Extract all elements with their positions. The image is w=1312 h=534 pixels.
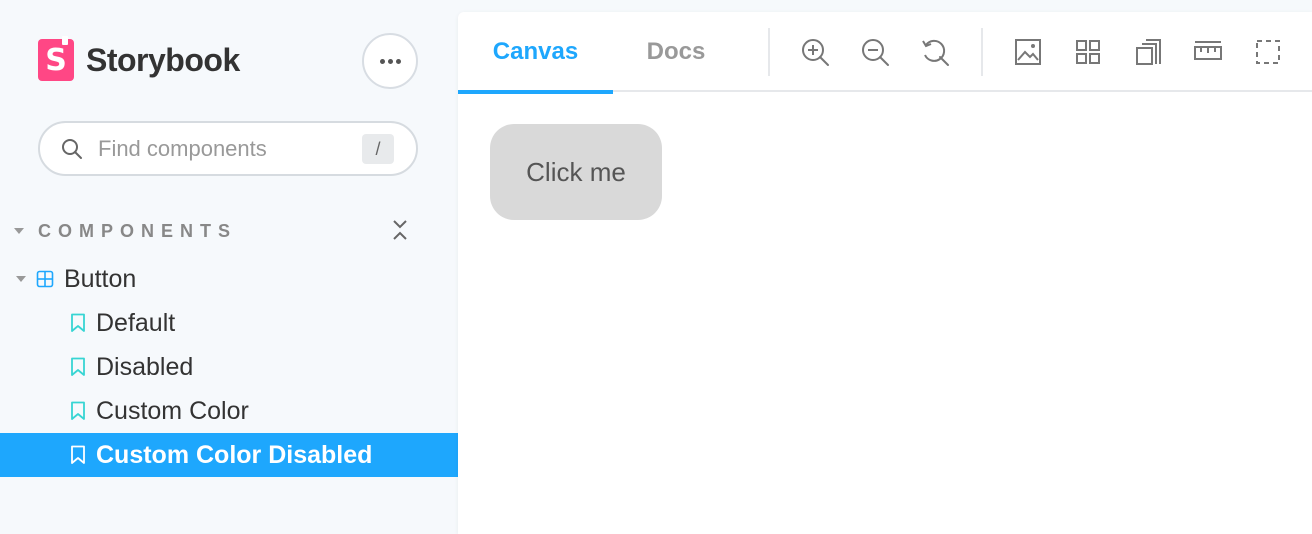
caret-down-icon bbox=[14, 228, 24, 234]
story-label: Custom Color Disabled bbox=[96, 440, 373, 469]
more-options-button[interactable] bbox=[362, 33, 418, 89]
tree-group-label: Button bbox=[64, 264, 137, 293]
tab-docs[interactable]: Docs bbox=[613, 12, 739, 92]
tree-group-button[interactable]: Button bbox=[0, 257, 458, 301]
search-box[interactable]: / bbox=[38, 121, 418, 176]
toolbar: Canvas Docs bbox=[458, 12, 1312, 94]
story-label: Custom Color bbox=[96, 396, 249, 425]
bookmark-icon bbox=[71, 357, 85, 376]
story-item-disabled[interactable]: Disabled bbox=[0, 345, 458, 389]
background-icon[interactable] bbox=[1012, 36, 1044, 68]
story-item-custom-color[interactable]: Custom Color bbox=[0, 389, 458, 433]
zoom-out-icon[interactable] bbox=[859, 36, 891, 68]
story-item-default[interactable]: Default bbox=[0, 301, 458, 345]
bookmark-icon bbox=[71, 313, 85, 332]
outline-icon[interactable] bbox=[1252, 36, 1284, 68]
section-title: COMPONENTS bbox=[38, 220, 238, 241]
ellipsis-icon bbox=[379, 58, 385, 64]
zoom-in-icon[interactable] bbox=[799, 36, 831, 68]
toolbar-divider bbox=[981, 28, 983, 76]
collapse-all-icon[interactable] bbox=[390, 218, 410, 242]
search-shortcut-key: / bbox=[362, 134, 394, 164]
sidebar: S Storybook / COMPONENTS Button bbox=[0, 0, 458, 534]
grid-icon[interactable] bbox=[1072, 36, 1104, 68]
caret-down-icon bbox=[16, 276, 26, 282]
search-input[interactable] bbox=[98, 135, 348, 162]
preview-panel: Canvas Docs Click me bbox=[458, 12, 1312, 534]
viewport-icon[interactable] bbox=[1132, 36, 1164, 68]
story-label: Default bbox=[96, 308, 176, 337]
storybook-logo-icon: S bbox=[38, 36, 74, 81]
bookmark-icon bbox=[71, 401, 85, 420]
toolbar-divider bbox=[768, 28, 770, 76]
story-item-custom-color-disabled[interactable]: Custom Color Disabled bbox=[0, 433, 458, 477]
brand[interactable]: S Storybook bbox=[38, 36, 240, 82]
components-section-header[interactable]: COMPONENTS bbox=[14, 218, 414, 244]
search-icon bbox=[62, 138, 82, 159]
tab-canvas[interactable]: Canvas bbox=[458, 12, 613, 94]
component-icon bbox=[36, 270, 54, 288]
measure-icon[interactable] bbox=[1192, 36, 1224, 68]
bookmark-icon bbox=[71, 445, 85, 464]
brand-name: Storybook bbox=[86, 41, 240, 78]
story-label: Disabled bbox=[96, 352, 194, 381]
zoom-reset-icon[interactable] bbox=[919, 36, 951, 68]
story-click-me-button[interactable]: Click me bbox=[490, 124, 662, 220]
